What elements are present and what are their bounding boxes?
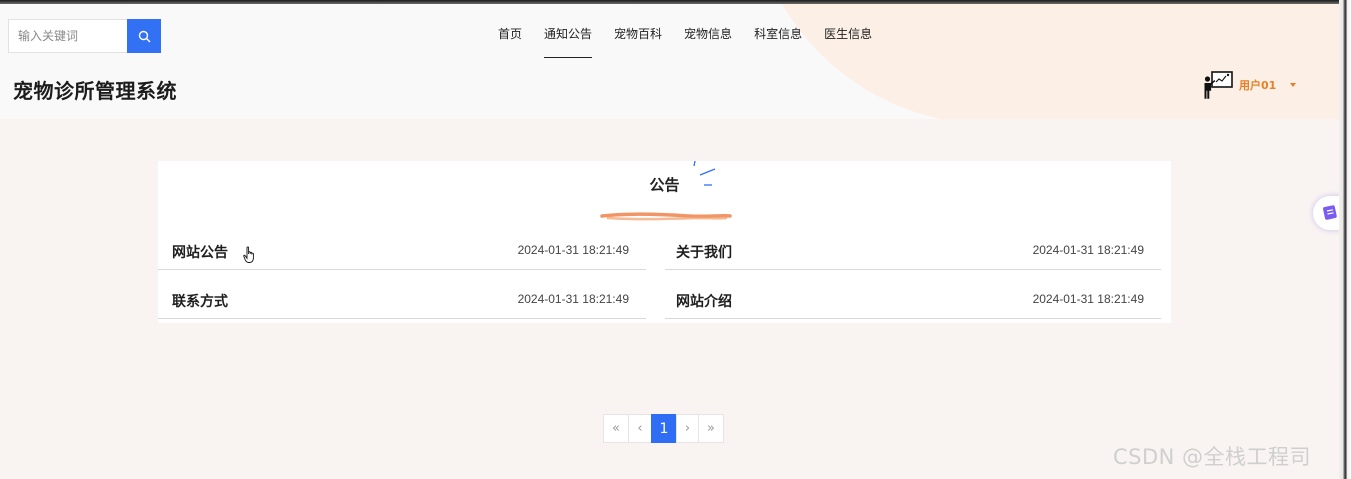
pagination-page-1[interactable]: 1	[651, 414, 677, 443]
notice-title[interactable]: 关于我们	[676, 242, 732, 262]
announcement-panel: 公告 网站公告 2024-01-31 18:21:49 关于我们 2024-01…	[158, 161, 1171, 323]
main-nav: 首页 通知公告 宠物百科 宠物信息 科室信息 医生信息	[487, 19, 883, 63]
window-right-border	[1339, 0, 1351, 479]
search-box	[8, 19, 161, 53]
user-menu[interactable]: 用户01	[1203, 68, 1297, 102]
notice-time: 2024-01-31 18:21:49	[1032, 292, 1144, 306]
notice-time: 2024-01-31 18:21:49	[1032, 243, 1144, 257]
site-title: 宠物诊所管理系统	[13, 79, 177, 103]
teacher-avatar-icon	[1204, 71, 1233, 99]
hand-cursor-icon	[243, 246, 254, 263]
nav-item-department-info[interactable]: 科室信息	[754, 19, 802, 58]
nav-item-pet-encyclopedia[interactable]: 宠物百科	[614, 19, 662, 58]
chevron-down-icon[interactable]	[1290, 83, 1297, 87]
list-item[interactable]: 联系方式 2024-01-31 18:21:49	[158, 279, 646, 319]
pagination-first-button[interactable]: «	[603, 414, 629, 443]
brush-stroke-decoration	[600, 212, 732, 221]
search-input[interactable]	[8, 19, 127, 53]
pagination: « ‹ 1 › »	[603, 414, 724, 443]
nav-item-doctor-info[interactable]: 医生信息	[824, 19, 872, 58]
search-icon	[138, 30, 150, 42]
watermark-text: CSDN @全栈工程司	[1113, 445, 1312, 469]
sparkle-decoration-icon	[693, 161, 716, 186]
list-item[interactable]: 网站公告 2024-01-31 18:21:49	[158, 230, 646, 270]
nav-item-pet-info[interactable]: 宠物信息	[684, 19, 732, 58]
notice-title[interactable]: 网站介绍	[676, 291, 732, 311]
notice-time: 2024-01-31 18:21:49	[517, 292, 629, 306]
notice-title[interactable]: 网站公告	[172, 242, 228, 262]
list-item[interactable]: 关于我们 2024-01-31 18:21:49	[665, 230, 1161, 270]
nav-item-home[interactable]: 首页	[498, 19, 522, 58]
notice-time: 2024-01-31 18:21:49	[517, 243, 629, 257]
user-name[interactable]: 用户01	[1239, 77, 1276, 93]
notice-title[interactable]: 联系方式	[172, 291, 228, 311]
pagination-next-button[interactable]: ›	[676, 414, 699, 443]
panel-title: 公告	[649, 176, 680, 194]
pagination-prev-button[interactable]: ‹	[628, 414, 652, 443]
document-icon	[1323, 205, 1337, 220]
list-item[interactable]: 网站介绍 2024-01-31 18:21:49	[665, 279, 1161, 319]
search-button[interactable]	[127, 19, 161, 53]
pagination-last-button[interactable]: »	[698, 414, 724, 443]
nav-item-notices[interactable]: 通知公告	[544, 19, 593, 58]
